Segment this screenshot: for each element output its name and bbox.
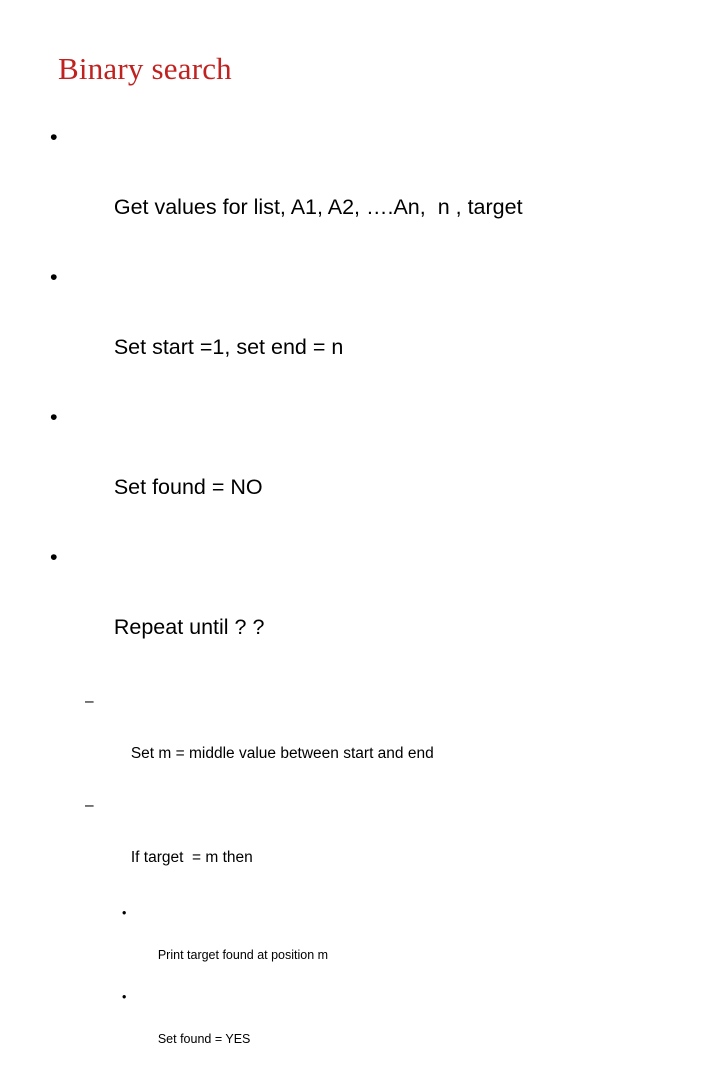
list-item-label: Set found = NO — [113, 475, 263, 499]
list-item: – Set m = middle value between start and… — [0, 689, 720, 793]
list-item: • Print target found at position m — [0, 903, 720, 987]
list-item: • Repeat until ? ? — [0, 540, 720, 680]
list-item: – If target = m then — [0, 793, 720, 897]
slide: Binary search • Get values for list, A1,… — [0, 0, 720, 1046]
list-item: • Set start =1, set end = n — [0, 260, 720, 400]
dash-bullet-icon: – — [85, 1076, 94, 1080]
page-title: Binary search — [58, 51, 232, 86]
dash-bullet-icon: – — [85, 693, 94, 710]
outline-body: • Get values for list, A1, A2, ….An, n ,… — [0, 120, 720, 1080]
bullet-icon: • — [50, 265, 58, 289]
list-item-label: If target = m then — [130, 849, 253, 866]
list-item-label: Print target found at position m — [157, 948, 329, 962]
bullet-icon: • — [50, 125, 58, 149]
dash-bullet-icon: – — [85, 797, 94, 814]
bullet-icon: • — [50, 405, 58, 429]
list-item: – Else if target < Am then end = m — [0, 1076, 720, 1080]
list-item-label: Set m = middle value between start and e… — [130, 745, 434, 762]
list-item-label: Set start =1, set end = n — [113, 335, 344, 359]
bullet-icon: • — [122, 906, 127, 920]
list-item: • Set found = YES — [0, 987, 720, 1071]
list-item-label: Set found = YES — [157, 1032, 251, 1046]
list-item: • Set found = NO — [0, 400, 720, 540]
list-item: • Get values for list, A1, A2, ….An, n ,… — [0, 120, 720, 260]
list-item-label: Repeat until ? ? — [113, 615, 265, 639]
bullet-icon: • — [122, 990, 127, 1004]
bullet-icon: • — [50, 545, 58, 569]
list-item-label: Get values for list, A1, A2, ….An, n , t… — [113, 195, 523, 219]
